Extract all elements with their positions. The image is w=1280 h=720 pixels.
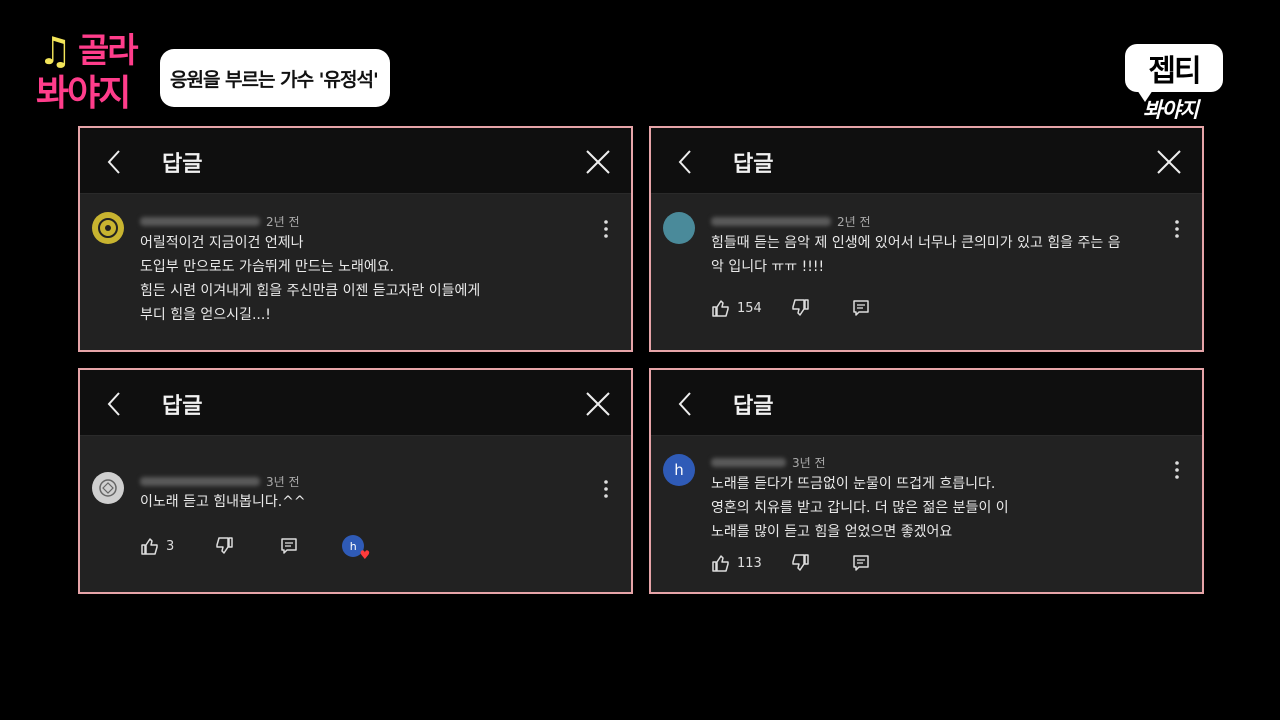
comment-meta: 2년 전: [140, 213, 300, 230]
header-title: 답글: [733, 394, 774, 419]
blurred-username: [140, 217, 260, 226]
more-options-icon[interactable]: [603, 219, 609, 239]
reply-panel-1: 답글 2년 전 어릴적이건 지금이건 언제나 도입부 만으로도 가슴뛰게 만드는…: [78, 126, 633, 352]
close-icon[interactable]: [1156, 149, 1182, 175]
thumbs-up-icon: [712, 555, 729, 572]
like-count: 113: [737, 555, 762, 571]
avatar[interactable]: [663, 212, 695, 244]
thumbs-down-icon: [216, 537, 234, 554]
thumbs-down-icon: [792, 554, 809, 571]
like-button[interactable]: 3: [140, 537, 174, 555]
avatar[interactable]: h: [663, 454, 695, 486]
comment-text: 어릴적이건 지금이건 언제나 도입부 만으로도 가슴뛰게 만드는 노래에요. 힘…: [140, 235, 481, 323]
comment: 3년 전 이노래 듣고 힘내봅니다.^^ 3 h ♥: [80, 436, 631, 592]
comment-meta: 3년 전: [140, 473, 300, 490]
blurred-username: [711, 217, 831, 226]
brand-logo: 젭티 봐야지: [1125, 44, 1235, 124]
comment-meta: 3년 전: [711, 454, 826, 471]
thumbs-up-icon: [712, 300, 729, 317]
reply-button[interactable]: [852, 554, 870, 572]
header-title: 답글: [733, 152, 774, 177]
dislike-button[interactable]: [790, 299, 810, 317]
avatar[interactable]: [92, 212, 124, 244]
thumbs-up-icon: [141, 538, 158, 555]
brand-bubble: 젭티: [1125, 44, 1223, 102]
comment: 2년 전 어릴적이건 지금이건 언제나 도입부 만으로도 가슴뛰게 만드는 노래…: [80, 194, 631, 350]
more-options-icon[interactable]: [603, 479, 609, 499]
dislike-button[interactable]: [214, 537, 234, 555]
more-options-icon[interactable]: [1174, 460, 1180, 480]
reply-button[interactable]: [280, 537, 298, 555]
comment-actions: 154: [711, 299, 870, 317]
blurred-username: [711, 458, 786, 467]
header-title: 답글: [162, 394, 203, 419]
panel-header: 답글: [80, 128, 631, 194]
reply-panel-3: 답글 3년 전 이노래 듣고 힘내봅니다.^^ 3 h ♥: [78, 368, 633, 594]
comment-text: 노래를 듣다가 뜨금없이 눈물이 뜨겁게 흐릅니다. 영혼의 치유를 받고 갑니…: [711, 476, 1009, 540]
comment-actions: 113: [711, 554, 870, 572]
reply-icon: [853, 555, 869, 571]
comment: h 3년 전 노래를 듣다가 뜨금없이 눈물이 뜨겁게 흐릅니다. 영혼의 치유…: [651, 436, 1202, 592]
logo-text-line2: 봐야지: [36, 73, 131, 114]
comment-actions: 3 h ♥: [140, 535, 370, 561]
show-logo: ♫ 골라 봐야지: [34, 30, 164, 120]
back-icon[interactable]: [673, 148, 697, 176]
dislike-button[interactable]: [790, 554, 810, 572]
like-count: 3: [166, 538, 175, 554]
comment-age: 3년 전: [266, 475, 300, 489]
thumbs-down-icon: [792, 299, 809, 316]
more-options-icon[interactable]: [1174, 219, 1180, 239]
creator-heart: h ♥: [342, 535, 370, 561]
reply-button[interactable]: [852, 299, 870, 317]
music-note-icon: ♫: [38, 29, 73, 73]
comment-text: 이노래 듣고 힘내봅니다.^^: [140, 494, 306, 510]
back-icon[interactable]: [102, 148, 126, 176]
avatar-emblem-icon: [99, 479, 117, 497]
comment-age: 2년 전: [837, 215, 871, 229]
reply-icon: [281, 538, 298, 554]
panel-header: 답글: [651, 128, 1202, 194]
like-count: 154: [737, 300, 762, 316]
reply-panel-2: 답글 2년 전 힘들때 듣는 음악 제 인생에 있어서 너무나 큰의미가 있고 …: [649, 126, 1204, 352]
avatar[interactable]: [92, 472, 124, 504]
panel-header: 답글: [651, 370, 1202, 436]
blurred-username: [140, 477, 260, 486]
panel-header: 답글: [80, 370, 631, 436]
episode-title: 응원을 부르는 가수 '유정석': [160, 49, 390, 107]
reply-panel-4: 답글 h 3년 전 노래를 듣다가 뜨금없이 눈물이 뜨겁게 흐릅니다. 영혼의…: [649, 368, 1204, 594]
comment: 2년 전 힘들때 듣는 음악 제 인생에 있어서 너무나 큰의미가 있고 힘을 …: [651, 194, 1202, 350]
avatar-emblem-icon: [98, 218, 118, 238]
comment-age: 3년 전: [792, 456, 826, 470]
heart-icon: ♥: [359, 548, 371, 562]
reply-icon: [853, 300, 869, 316]
comment-age: 2년 전: [266, 215, 300, 229]
back-icon[interactable]: [673, 390, 697, 418]
like-button[interactable]: 113: [711, 554, 762, 572]
brand-subtitle: 봐야지: [1143, 98, 1199, 122]
comment-meta: 2년 전: [711, 213, 871, 230]
logo-text-line1: 골라: [78, 31, 139, 71]
header-title: 답글: [162, 152, 203, 177]
like-button[interactable]: 154: [711, 299, 762, 317]
close-icon[interactable]: [585, 149, 611, 175]
back-icon[interactable]: [102, 390, 126, 418]
close-icon[interactable]: [585, 391, 611, 417]
comment-text: 힘들때 듣는 음악 제 인생에 있어서 너무나 큰의미가 있고 힘을 주는 음 …: [711, 235, 1121, 275]
